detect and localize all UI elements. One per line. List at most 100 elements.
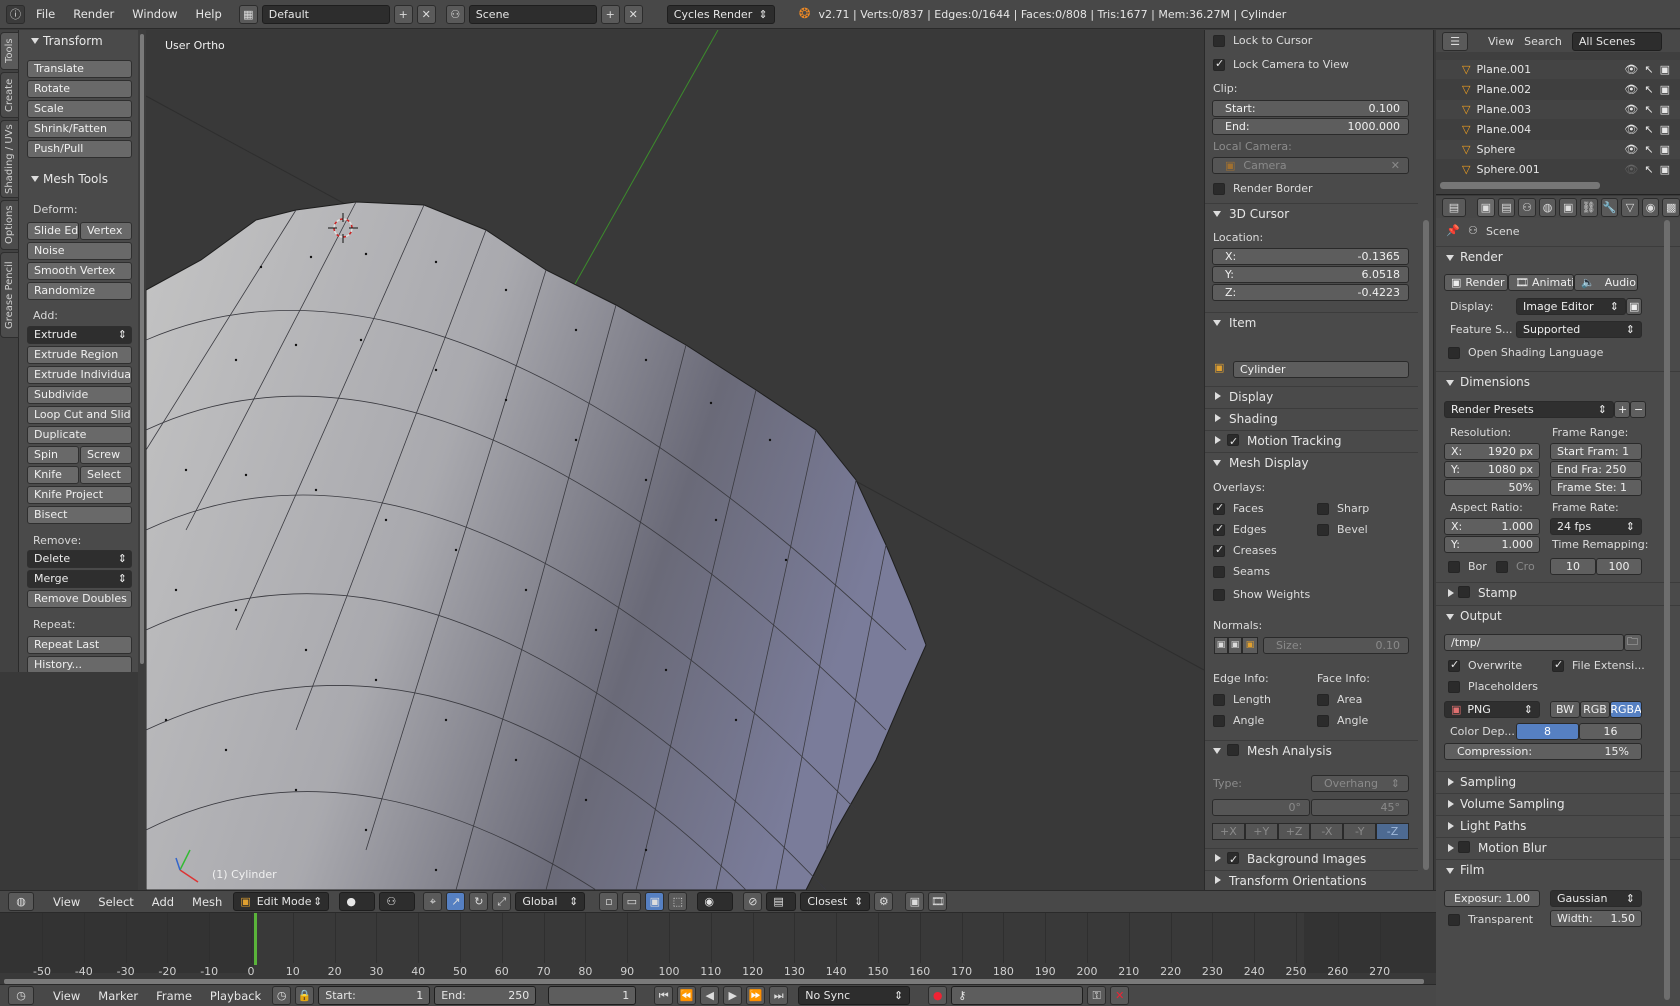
frame-step-field[interactable]: Frame Ste: 1 [1550,479,1642,496]
length-toggle[interactable]: Length [1213,691,1271,708]
outliner-hscrollbar[interactable] [1440,182,1600,189]
menu-file[interactable]: File [29,7,62,21]
full-screen-icon[interactable]: ▣ [1626,298,1642,315]
vertex-select-icon[interactable]: ▫ [599,892,619,911]
filter-type-select[interactable]: Gaussian ⇕ [1550,890,1642,907]
merge-menu[interactable]: Merge ⇕ [27,570,132,588]
face-angle-toggle[interactable]: Angle [1317,712,1368,729]
visibility-eye-icon[interactable]: 👁 [1624,103,1638,116]
checkbox[interactable] [1213,714,1225,727]
select-arrow-icon[interactable]: ↖ [1644,163,1653,176]
transparent-toggle[interactable]: Transparent [1448,911,1533,928]
display-select[interactable]: Image Editor ⇕ [1516,298,1626,315]
scale-manipulator-icon[interactable]: ⤢ [492,892,512,911]
light-paths-panel-header[interactable]: Light Paths [1436,815,1680,836]
jump-keyframe-back-icon[interactable]: ⏪ [677,986,697,1005]
checkbox[interactable] [1213,522,1225,536]
delete-keyframe-icon[interactable]: ✕ [1110,986,1130,1005]
3d-view-editor-icon[interactable]: ◍ [8,892,34,911]
normals-size-field[interactable]: Size: 0.10 [1263,637,1409,654]
push-pull-button[interactable]: Push/Pull [27,140,132,158]
border-toggle[interactable]: Bor [1448,558,1487,575]
creases-toggle[interactable]: Creases [1213,542,1277,559]
add-scene-icon[interactable]: + [600,4,620,24]
mesh-display-panel-header[interactable]: Mesh Display [1205,452,1419,472]
visibility-eye-icon[interactable]: 👁 [1624,123,1638,136]
lock-camera-toggle[interactable]: Lock Camera to View [1213,56,1349,73]
subdivide-button[interactable]: Subdivide [27,386,132,404]
filter-width-field[interactable]: Width: 1.50 [1550,910,1642,927]
checkbox[interactable] [1227,432,1239,452]
outliner-editor-icon[interactable]: ☰ [1442,31,1468,51]
rotate-manipulator-icon[interactable]: ↻ [469,892,489,911]
motion-tracking-panel-header[interactable]: Motion Tracking [1205,430,1419,452]
stamp-panel-header[interactable]: Stamp [1436,582,1680,603]
checkbox[interactable] [1213,182,1225,195]
cylinder-mesh[interactable] [146,201,927,890]
viewport-shading-select[interactable]: ● [339,892,376,911]
end-frame-field[interactable]: End: 250 [434,986,537,1005]
toolshelf-scrollbar[interactable] [138,30,146,890]
visibility-eye-icon[interactable]: 👁 [1624,63,1638,76]
transform-orientations-panel-header[interactable]: Transform Orientations [1205,870,1419,890]
orientation-select[interactable]: Global ⇕ [515,892,586,911]
color-rgb-button[interactable]: RGB [1580,701,1610,718]
limit-selection-icon[interactable]: ⬚ [668,892,688,911]
cursor-y-field[interactable]: Y: 6.0518 [1212,266,1409,283]
select-arrow-icon[interactable]: ↖ [1644,143,1653,156]
bisect-button[interactable]: Bisect [27,506,132,524]
time-remap-new-field[interactable]: 100 [1596,558,1642,575]
remove-doubles-button[interactable]: Remove Doubles [27,590,132,608]
compression-slider[interactable]: Compression: 15% [1444,743,1642,760]
layout-field[interactable]: Default [261,4,390,24]
clip-start-field[interactable]: Start: 0.100 [1212,100,1409,117]
object-tab-icon[interactable]: ▣ [1559,197,1577,217]
properties-scrollbar[interactable] [1664,220,1670,1000]
rotate-button[interactable]: Rotate [27,80,132,98]
frame-rate-select[interactable]: 24 fps ⇕ [1550,518,1642,535]
select-arrow-icon[interactable]: ↖ [1644,123,1653,136]
randomize-button[interactable]: Randomize [27,282,132,300]
render-border-toggle[interactable]: Render Border [1213,180,1313,197]
data-tab-icon[interactable]: ▽ [1621,197,1639,217]
checkbox[interactable] [1448,913,1460,926]
select-arrow-icon[interactable]: ↖ [1644,103,1653,116]
knife-project-button[interactable]: Knife Project [27,486,132,504]
face-select-icon[interactable]: ▣ [645,892,665,911]
timeline[interactable]: -50 -40 -30 -20 -10 0 10 20 30 40 50 60 70 80 90 100 110… [0,912,1436,984]
normals-face-icon[interactable]: ▣ [1242,637,1258,654]
display-panel-header[interactable]: Display [1205,386,1419,406]
axis-pos-x-button[interactable]: +X [1212,823,1245,840]
sync-mode-select[interactable]: No Sync ⇕ [798,986,911,1005]
color-rgba-button[interactable]: RGBA [1610,701,1642,718]
delete-menu[interactable]: Delete ⇕ [27,550,132,568]
render-panel-header[interactable]: Render [1436,246,1680,267]
insert-keyframe-icon[interactable]: ⚿ [1087,986,1107,1005]
seams-toggle[interactable]: Seams [1213,563,1270,580]
translate-button[interactable]: Translate [27,60,132,78]
checkbox[interactable] [1213,34,1225,47]
tab-create[interactable]: Create [0,72,19,118]
tab-options[interactable]: Options [0,200,19,250]
menu-render[interactable]: Render [66,7,121,21]
properties-editor-icon[interactable]: ▤ [1442,197,1467,217]
shrink-fatten-button[interactable]: Shrink/Fatten [27,120,132,138]
analysis-min-field[interactable]: 0° [1212,799,1310,816]
visibility-eye-icon[interactable]: 👁 [1624,83,1638,96]
checkbox[interactable] [1496,560,1508,573]
world-tab-icon[interactable]: ◍ [1538,197,1557,217]
scrollbar-thumb[interactable] [140,34,144,664]
add-layout-icon[interactable]: + [393,4,413,24]
properties-shelf-scrollbar[interactable] [1418,30,1434,890]
checkbox[interactable] [1213,565,1225,578]
checkbox[interactable] [1213,501,1225,515]
edge-select-icon[interactable]: ▭ [622,892,642,911]
start-frame-field[interactable]: Start Fram: 1 [1550,443,1642,460]
playback-menu[interactable]: Playback [203,989,268,1003]
remove-scene-icon[interactable]: ✕ [623,4,643,24]
smooth-vertex-button[interactable]: Smooth Vertex [27,262,132,280]
select-arrow-icon[interactable]: ↖ [1644,63,1653,76]
loop-cut-button[interactable]: Loop Cut and Slide [27,406,132,424]
crop-toggle[interactable]: Cro [1496,558,1535,575]
extrude-menu[interactable]: Extrude ⇕ [27,326,132,344]
